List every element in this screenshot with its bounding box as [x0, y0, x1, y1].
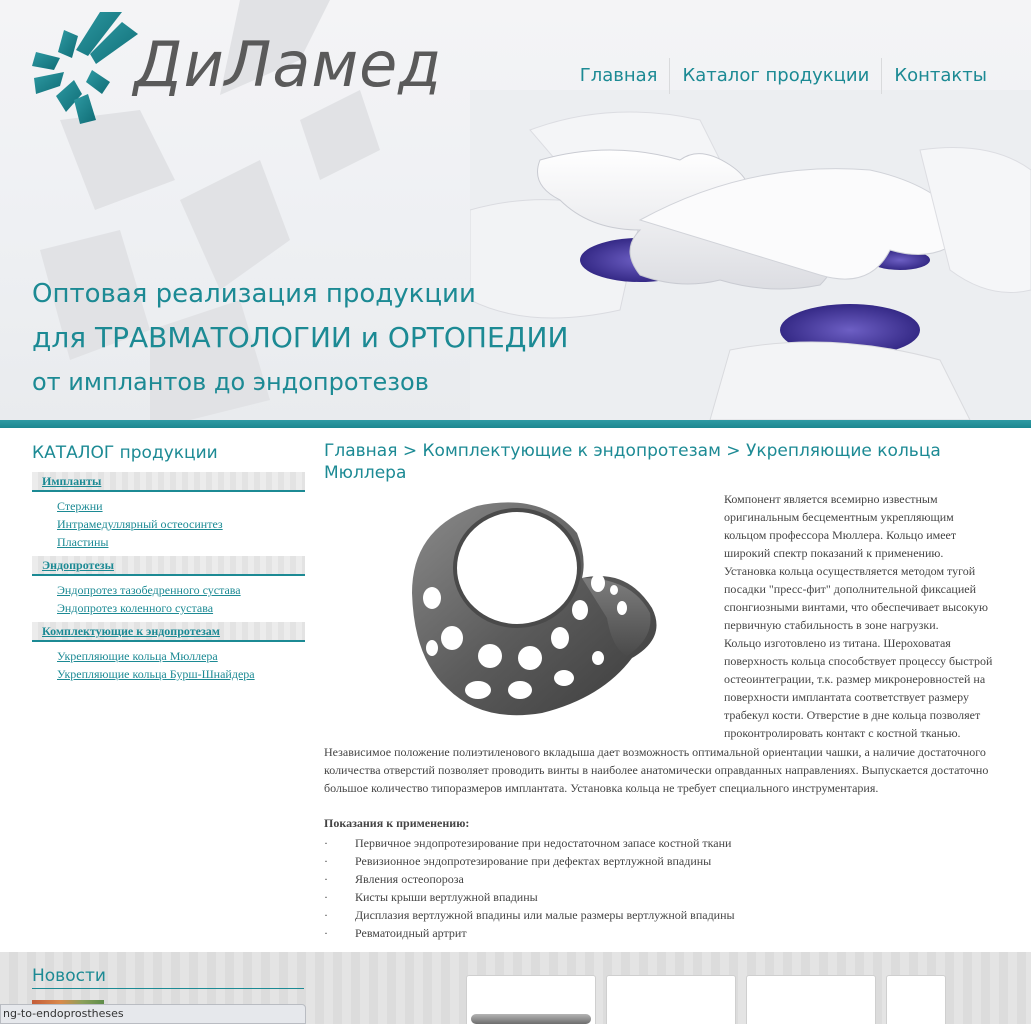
list-item: · Дисплазия вертлужной впадины или малые … — [324, 906, 994, 924]
hero-line-3: от имплантов до эндопротезов — [32, 368, 429, 396]
catalog-link-hip[interactable]: Эндопротез тазобедренного сустава — [57, 583, 241, 597]
description-paragraph-2: Кольцо изготовлено из титана. Шероховата… — [724, 636, 993, 740]
nav-link-catalog[interactable]: Каталог продукции — [670, 58, 881, 94]
hero-line-1: Оптовая реализация продукции — [32, 279, 476, 309]
product-content: Главная > Комплектующие к эндопротезам >… — [324, 440, 1004, 940]
indications-heading: Показания к применению: — [324, 816, 470, 830]
indication-text: Ревматоидный артрит — [355, 926, 467, 940]
product-image-muller-ring — [412, 502, 657, 716]
category-components-list: Укрепляющие кольца Мюллера Укрепляющие к… — [32, 642, 305, 686]
bullet-marker: · — [324, 890, 328, 904]
category-endoprostheses-list: Эндопротез тазобедренного сустава Эндопр… — [32, 576, 305, 620]
hero-line-2: для ТРАВМАТОЛОГИИ и ОРТОПЕДИИ — [32, 321, 569, 354]
news-title: Новости — [32, 964, 304, 989]
category-components[interactable]: Комплектующие к эндопротезам — [32, 622, 305, 642]
header-banner: ДиЛамед Главная Каталог продукции Контак… — [0, 0, 1031, 420]
catalog-sidebar: КАТАЛОГ продукции Импланты Стержни Интра… — [32, 440, 305, 686]
indication-text: Кисты крыши вертлужной впадины — [355, 890, 538, 904]
product-card[interactable] — [886, 975, 946, 1024]
indications-list: · Первичное эндопротезирование при недост… — [324, 834, 994, 942]
breadcrumb[interactable]: Главная > Комплектующие к эндопротезам >… — [324, 440, 1004, 484]
list-item: Пластины — [57, 533, 305, 551]
logo-mark-icon — [32, 12, 138, 124]
product-card-image — [471, 1014, 591, 1024]
browser-status-bar: ng-to-endoprostheses — [0, 1004, 306, 1024]
category-implants-list: Стержни Интрамедуллярный остеосинтез Пла… — [32, 492, 305, 554]
product-card[interactable] — [746, 975, 876, 1024]
nav-link-contacts[interactable]: Контакты — [882, 58, 999, 94]
category-endoprostheses[interactable]: Эндопротезы — [32, 556, 305, 576]
indication-text: Первичное эндопротезирование при недоста… — [355, 836, 732, 850]
catalog-link-knee[interactable]: Эндопротез коленного сустава — [57, 601, 213, 615]
indication-text: Ревизионное эндопротезирование при дефек… — [355, 854, 712, 868]
list-item: Укрепляющие кольца Мюллера — [57, 647, 305, 665]
product-description-intro: Компонент является всемирно известным ор… — [724, 490, 998, 742]
bullet-marker: · — [324, 872, 328, 886]
list-item: · Ревизионное эндопротезирование при дефе… — [324, 852, 994, 870]
brand-name: ДиЛамед — [134, 28, 443, 101]
bullet-marker: · — [324, 908, 328, 922]
list-item: · Первичное эндопротезирование при недост… — [324, 834, 994, 852]
main-navigation: Главная Каталог продукции Контакты — [568, 58, 999, 94]
catalog-link-plates[interactable]: Пластины — [57, 535, 108, 549]
description-paragraph-1: Компонент является всемирно известным ор… — [724, 492, 989, 632]
list-item: Стержни — [57, 497, 305, 515]
bullet-marker: · — [324, 926, 328, 940]
sidebar-title: КАТАЛОГ продукции — [32, 443, 218, 463]
catalog-link-muller-rings[interactable]: Укрепляющие кольца Мюллера — [57, 649, 218, 663]
list-item: Укрепляющие кольца Бурш-Шнайдера — [57, 665, 305, 683]
list-item: Эндопротез коленного сустава — [57, 599, 305, 617]
catalog-link-burch-schneider-rings[interactable]: Укрепляющие кольца Бурш-Шнайдера — [57, 667, 255, 681]
category-implants[interactable]: Импланты — [32, 472, 305, 492]
bullet-marker: · — [324, 836, 328, 850]
indication-text: Явления остеопороза — [355, 872, 464, 886]
list-item: Эндопротез тазобедренного сустава — [57, 581, 305, 599]
catalog-link-rods[interactable]: Стержни — [57, 499, 103, 513]
hero-tagline: Оптовая реализация продукции для ТРАВМАТ… — [32, 272, 568, 404]
list-item: · Явления остеопороза — [324, 870, 994, 888]
list-item: · Кисты крыши вертлужной впадины — [324, 888, 994, 906]
site-logo[interactable]: ДиЛамед — [30, 8, 441, 128]
nav-link-home[interactable]: Главная — [568, 58, 670, 94]
catalog-link-intramedullary[interactable]: Интрамедуллярный остеосинтез — [57, 517, 223, 531]
description-paragraph-3: Независимое положение полиэтиленового вк… — [324, 745, 989, 795]
product-card[interactable] — [466, 975, 596, 1024]
list-item: · Ревматоидный артрит — [324, 924, 994, 942]
product-card[interactable] — [606, 975, 736, 1024]
indication-text: Дисплазия вертлужной впадины или малые р… — [355, 908, 735, 922]
header-divider-strip — [0, 420, 1031, 428]
bullet-marker: · — [324, 854, 328, 868]
list-item: Интрамедуллярный остеосинтез — [57, 515, 305, 533]
